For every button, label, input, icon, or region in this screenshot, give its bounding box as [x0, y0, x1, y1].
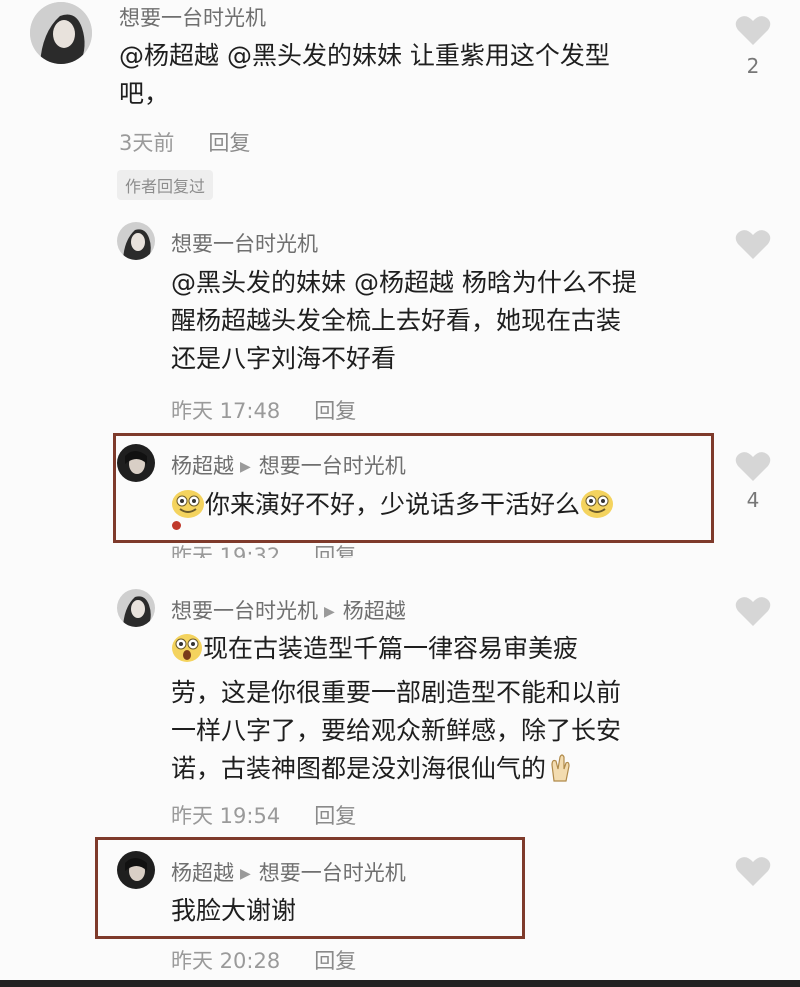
avatar-image	[117, 222, 155, 260]
comment-text: 我脸大谢谢	[171, 892, 296, 930]
comment-text: @杨超越 @黑头发的妹妹 让重紫用这个发型 吧，	[119, 37, 610, 113]
like-button[interactable]	[735, 450, 771, 482]
heart-icon	[735, 16, 771, 45]
avatar[interactable]	[117, 589, 155, 627]
text-line: 还是八字刘海不好看	[171, 344, 397, 373]
comment-meta: 昨天 19:54 回复	[171, 800, 356, 830]
grinning-face-icon	[580, 489, 614, 530]
comment-meta: 昨天 17:48 回复	[171, 395, 356, 425]
comment-meta: 昨天 20:28 回复	[171, 945, 356, 975]
reply-to-user[interactable]: 想要一台时光机	[259, 861, 406, 885]
highlight-box	[95, 837, 525, 939]
comment-author[interactable]: 杨超越 ▶ 想要一台时光机	[171, 857, 406, 887]
avatar[interactable]	[117, 851, 155, 889]
comment-author[interactable]: 想要一台时光机 ▶ 杨超越	[171, 595, 406, 625]
comment-text: @黑头发的妹妹 @杨超越 杨晗为什么不提 醒杨超越头发全梳上去好看，她现在古装 …	[171, 264, 637, 378]
text-line: 醒杨超越头发全梳上去好看，她现在古装	[171, 306, 622, 335]
reply-button[interactable]: 回复	[314, 544, 356, 558]
reply-to-user[interactable]: 杨超越	[343, 599, 406, 623]
like-count: 2	[746, 54, 760, 78]
text-line: 诺，古装神图都是没刘海很仙气的	[171, 754, 547, 783]
like-button[interactable]	[735, 14, 771, 46]
shocked-face-icon	[171, 633, 203, 674]
reply-to-user[interactable]: 想要一台时光机	[259, 454, 406, 478]
heart-icon	[735, 452, 771, 481]
timestamp: 3天前	[119, 131, 175, 155]
avatar-image	[117, 589, 155, 627]
reply-arrow-icon: ▶	[324, 604, 335, 620]
reply-button[interactable]: 回复	[208, 131, 250, 155]
comment-author[interactable]: 杨超越 ▶ 想要一台时光机	[171, 450, 406, 480]
reply-button[interactable]: 回复	[314, 804, 356, 828]
reply-button[interactable]: 回复	[314, 399, 356, 423]
text-line: 我脸大谢谢	[171, 896, 297, 925]
reply-arrow-icon: ▶	[240, 459, 251, 475]
text-line: 一样八字了，要给观众新鲜感，除了长安	[171, 716, 622, 745]
text-line: @杨超越 @黑头发的妹妹 让重紫用这个发型	[119, 41, 610, 70]
timestamp: 昨天 20:28	[171, 949, 281, 973]
timestamp: 昨天 19:32	[171, 544, 281, 558]
avatar-image	[117, 444, 155, 482]
text-line: @黑头发的妹妹 @杨超越 杨晗为什么不提	[171, 268, 637, 297]
bottom-edge	[0, 980, 800, 987]
comment-author[interactable]: 想要一台时光机	[119, 2, 266, 32]
comment-meta: 3天前 回复	[119, 127, 250, 157]
text-line: 吧，	[119, 79, 170, 108]
text-line: 你来演好不好，少说话多干活好么	[205, 490, 581, 519]
avatar-image	[30, 2, 92, 64]
like-button[interactable]	[735, 855, 771, 887]
comment-text: 你来演好不好，少说话多干活好么	[171, 486, 614, 530]
timestamp: 昨天 19:54	[171, 804, 281, 828]
avatar[interactable]	[30, 2, 92, 64]
timestamp: 昨天 17:48	[171, 399, 281, 423]
avatar-image	[117, 851, 155, 889]
reply-arrow-icon: ▶	[240, 866, 251, 882]
like-button[interactable]	[735, 595, 771, 627]
heart-icon	[735, 857, 771, 886]
comment-text: 现在古装造型千篇一律容易审美疲 劳，这是你很重要一部剧造型不能和以前 一样八字了…	[171, 630, 621, 794]
comment-author[interactable]: 想要一台时光机	[171, 228, 318, 258]
like-button[interactable]	[735, 228, 771, 260]
heart-icon	[735, 597, 771, 626]
reply-button[interactable]: 回复	[314, 949, 356, 973]
author-replied-badge: 作者回复过	[117, 170, 214, 200]
comment-meta: 昨天 19:32 回复	[171, 540, 356, 558]
text-line: 现在古装造型千篇一律容易审美疲	[203, 634, 579, 663]
heart-icon	[735, 230, 771, 259]
text-line: 劳，这是你很重要一部剧造型不能和以前	[171, 678, 622, 707]
avatar[interactable]	[117, 222, 155, 260]
like-count: 4	[746, 488, 760, 512]
avatar[interactable]	[117, 444, 155, 482]
status-dot	[172, 521, 181, 530]
pleading-hands-icon	[546, 753, 574, 794]
